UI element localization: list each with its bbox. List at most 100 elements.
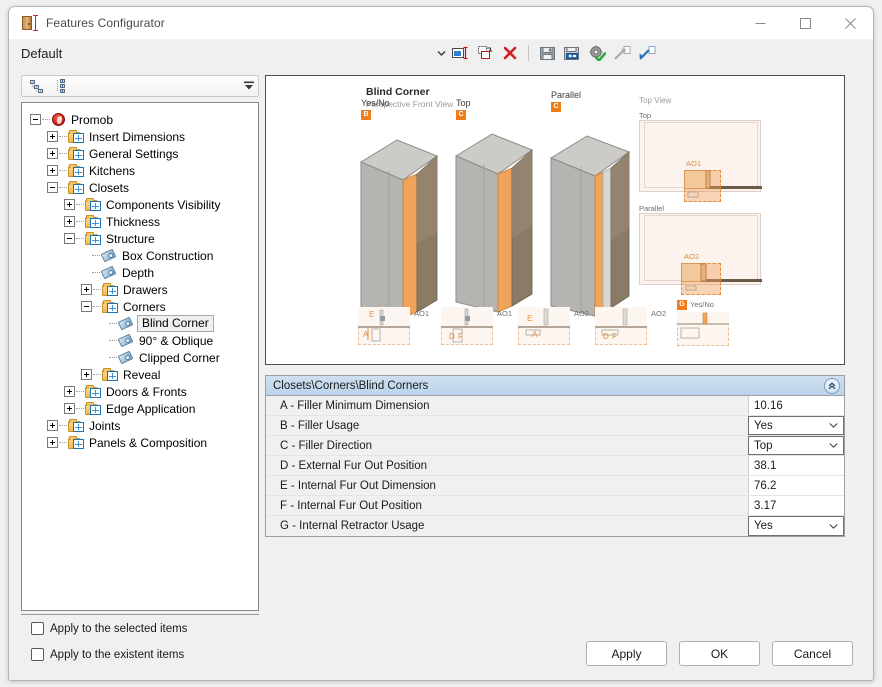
detail-letter-1b: F (458, 332, 463, 341)
save-as-icon[interactable] (561, 42, 583, 64)
tree-node-box-construction[interactable]: Box Construction (30, 247, 258, 264)
topview-detail-1 (681, 263, 707, 291)
collapse-node-icon[interactable] (47, 182, 58, 193)
tree-node-promob[interactable]: Promob (30, 111, 258, 128)
chevron-down-icon[interactable] (435, 47, 447, 59)
tree-connector (92, 272, 100, 273)
expand-node-icon[interactable] (47, 148, 58, 159)
tree-node-doors-fronts[interactable]: Doors & Fronts (30, 383, 258, 400)
property-combobox[interactable]: Yes (748, 416, 844, 435)
tree-nodes: Promob Insert Dimensions General Settings K… (22, 103, 258, 451)
expand-node-icon[interactable] (47, 437, 58, 448)
property-row: C - Filler Direction Top (266, 436, 844, 456)
tree-node-thickness[interactable]: Thickness (30, 213, 258, 230)
profile-name: Default (21, 45, 63, 61)
tree-connector (109, 340, 117, 341)
chevron-down-icon[interactable] (829, 421, 838, 430)
preview-title: Blind Corner (366, 86, 430, 98)
property-combobox[interactable]: Top (748, 436, 844, 455)
apply-selected-checkbox[interactable] (31, 622, 44, 635)
tree-node-kitchens[interactable]: Kitchens (30, 162, 258, 179)
property-row: G - Internal Retractor Usage Yes (266, 516, 844, 536)
overflow-chevron-icon[interactable] (242, 79, 256, 93)
expand-all-icon[interactable] (52, 76, 74, 96)
tree-node-corners[interactable]: Corners (30, 298, 258, 315)
tree-node-label: Corners (123, 299, 166, 314)
expand-node-icon[interactable] (81, 284, 92, 295)
settings-check-icon[interactable] (586, 42, 608, 64)
property-value: 3.17 (754, 499, 777, 512)
tree-node-insert-dimensions[interactable]: Insert Dimensions (30, 128, 258, 145)
property-label: G - Internal Retractor Usage (266, 516, 748, 536)
apply-button[interactable]: Apply (586, 641, 667, 666)
toolbar-separator (528, 45, 529, 61)
tree-node-closets[interactable]: Closets (30, 179, 258, 196)
tree-panel: Promob Insert Dimensions General Settings K… (21, 75, 259, 611)
tree-node-label: Promob (71, 112, 114, 127)
topview-detail-0 (684, 170, 711, 198)
tree-node-label: Box Construction (122, 248, 214, 263)
expand-node-icon[interactable] (64, 199, 75, 210)
promob-icon (51, 112, 67, 127)
tree-node-reveal[interactable]: Reveal (30, 366, 258, 383)
property-value: 76.2 (754, 479, 777, 492)
property-combobox[interactable]: Yes (748, 516, 844, 536)
apply-existent-row[interactable]: Apply to the existent items (31, 648, 184, 661)
features-configurator-window: Features Configurator Default Promob Ins… (8, 6, 874, 681)
tree-node-drawers[interactable]: Drawers (30, 281, 258, 298)
save-icon[interactable] (536, 42, 558, 64)
blind-corner-illustration: Blind Corner Perspective Front View Top … (266, 76, 844, 364)
delete-icon[interactable] (499, 42, 521, 64)
tree-node-blind-corner[interactable]: Blind Corner (30, 315, 258, 332)
duplicate-icon[interactable] (474, 42, 496, 64)
title-bar: Features Configurator (9, 7, 873, 39)
collapse-node-icon[interactable] (30, 114, 41, 125)
apply-selected-row[interactable]: Apply to the selected items (31, 622, 187, 635)
tree-node-joints[interactable]: Joints (30, 417, 258, 434)
property-input[interactable]: 38.1 (748, 456, 844, 475)
property-row: A - Filler Minimum Dimension 10.16 (266, 396, 844, 416)
export-icon[interactable] (611, 42, 633, 64)
apply-existent-checkbox[interactable] (31, 648, 44, 661)
property-input[interactable]: 10.16 (748, 396, 844, 415)
import-icon[interactable] (636, 42, 658, 64)
tree-node-depth[interactable]: Depth (30, 264, 258, 281)
expand-node-icon[interactable] (47, 420, 58, 431)
minimize-icon[interactable] (738, 7, 783, 39)
folder-icon (102, 299, 119, 314)
tree-node-edge-application[interactable]: Edge Application (30, 400, 258, 417)
expand-node-icon[interactable] (47, 131, 58, 142)
feature-tree[interactable]: Promob Insert Dimensions General Settings K… (21, 102, 259, 611)
tree-node-components-visibility[interactable]: Components Visibility (30, 196, 258, 213)
tree-node-label: General Settings (89, 146, 179, 161)
property-input[interactable]: 76.2 (748, 476, 844, 495)
tag-icon (117, 316, 135, 331)
ok-button[interactable]: OK (679, 641, 760, 666)
expand-node-icon[interactable] (64, 386, 75, 397)
property-input[interactable]: 3.17 (748, 496, 844, 515)
close-icon[interactable] (828, 7, 873, 39)
collapse-node-icon[interactable] (64, 233, 75, 244)
maximize-icon[interactable] (783, 7, 828, 39)
expand-node-icon[interactable] (81, 369, 92, 380)
expand-node-icon[interactable] (64, 403, 75, 414)
tree-node-panels-composition[interactable]: Panels & Composition (30, 434, 258, 451)
collapse-node-icon[interactable] (81, 301, 92, 312)
tree-node-clipped-corner[interactable]: Clipped Corner (30, 349, 258, 366)
tree-node-structure[interactable]: Structure (30, 230, 258, 247)
tree-node-90-oblique[interactable]: 90° & Oblique (30, 332, 258, 349)
folder-icon (68, 435, 85, 450)
chevron-down-icon[interactable] (829, 441, 838, 450)
collapse-all-icon[interactable] (26, 76, 48, 96)
cabinet-label-2: Parallel (551, 90, 582, 100)
expand-node-icon[interactable] (47, 165, 58, 176)
tree-node-general-settings[interactable]: General Settings (30, 145, 258, 162)
chevron-down-icon[interactable] (829, 522, 838, 531)
tag-icon (100, 248, 118, 263)
rename-icon[interactable] (449, 42, 471, 64)
tree-connector (59, 187, 67, 188)
cancel-button[interactable]: Cancel (772, 641, 853, 666)
folder-icon (102, 282, 119, 297)
expand-node-icon[interactable] (64, 216, 75, 227)
chevron-double-up-icon[interactable] (824, 378, 840, 394)
